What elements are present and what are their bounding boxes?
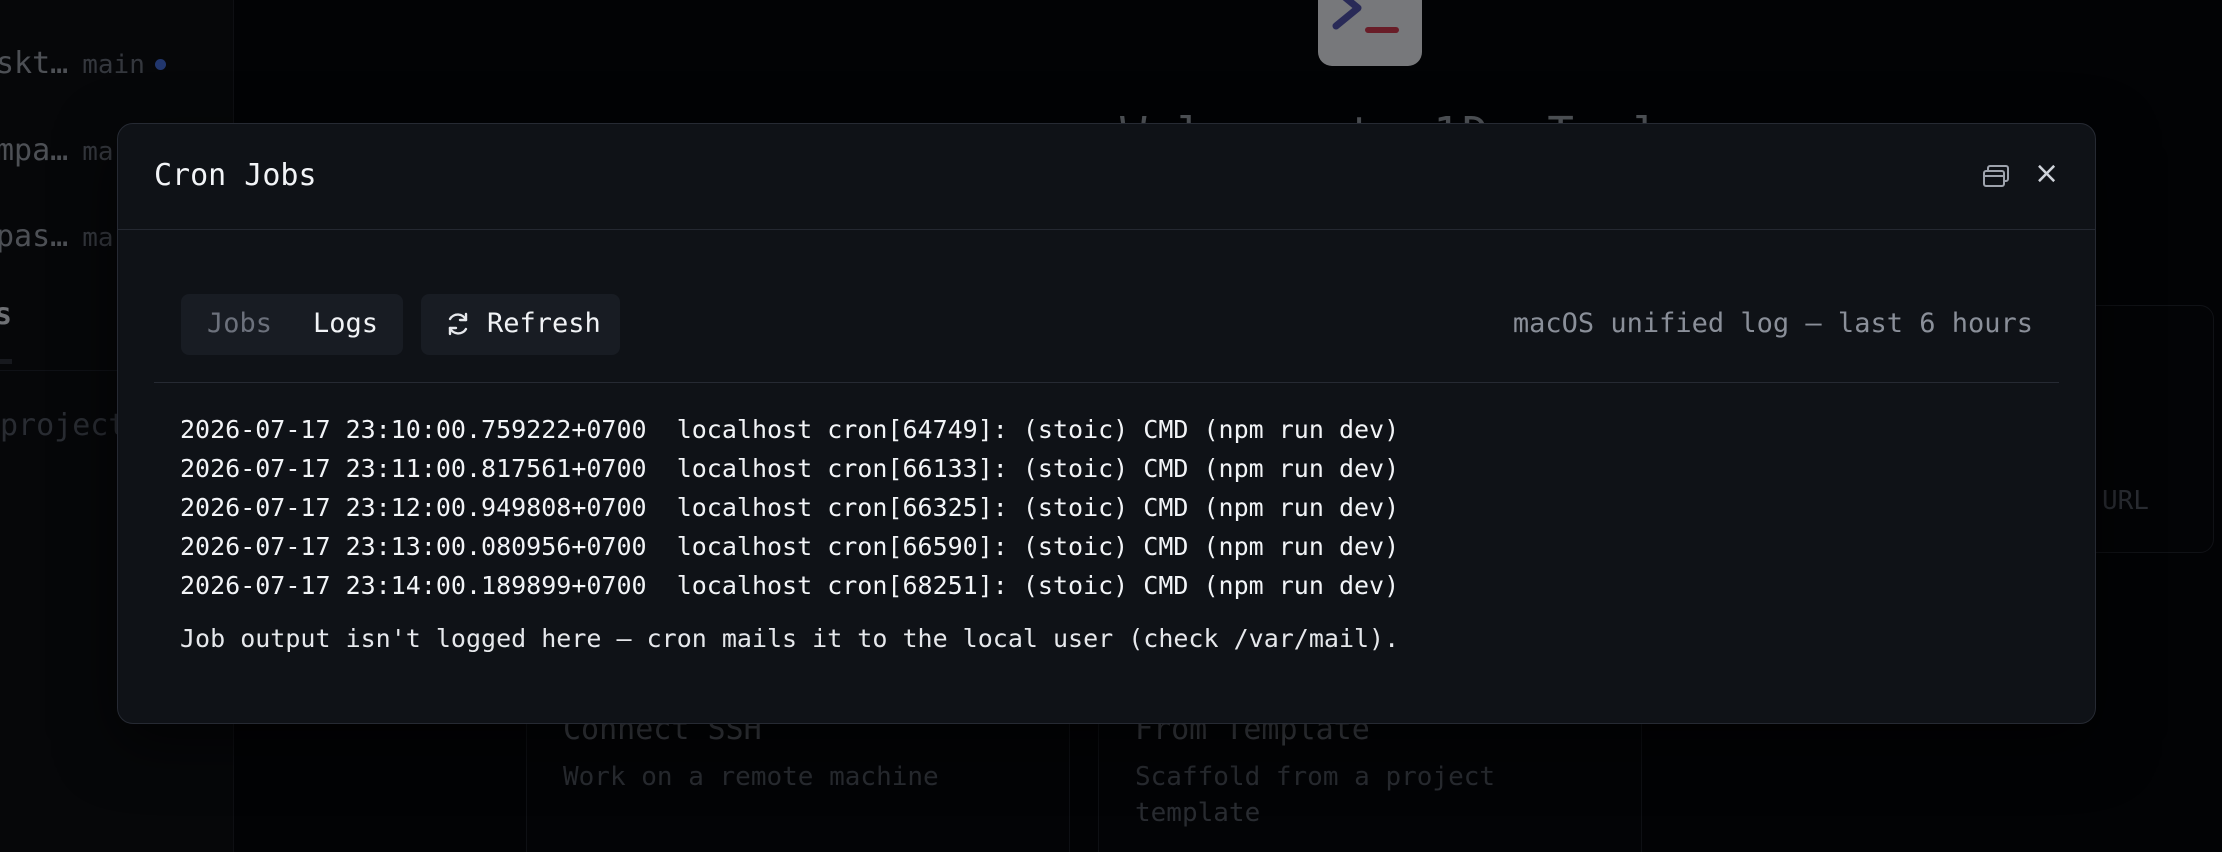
log-source-label: macOS unified log — last 6 hours	[1512, 308, 2033, 339]
tab-logs[interactable]: Logs	[313, 308, 378, 339]
view-tabs: Jobs Logs	[181, 294, 403, 355]
log-line: 2026-07-17 23:12:00.949808+0700 localhos…	[180, 493, 1400, 522]
popout-window-icon[interactable]	[1982, 164, 2010, 192]
refresh-button[interactable]: Refresh	[421, 294, 620, 355]
log-line: 2026-07-17 23:11:00.817561+0700 localhos…	[180, 454, 1400, 483]
toolbar-divider	[154, 382, 2059, 383]
dialog-title: Cron Jobs	[154, 158, 317, 193]
close-icon[interactable]: ×	[2034, 156, 2059, 191]
refresh-icon	[448, 312, 468, 336]
log-line: 2026-07-17 23:10:00.759222+0700 localhos…	[180, 415, 1400, 444]
log-line: 2026-07-17 23:13:00.080956+0700 localhos…	[180, 532, 1400, 561]
cron-jobs-dialog: Cron Jobs × Jobs Logs Refresh macOS unif…	[117, 123, 2096, 724]
log-output: 2026-07-17 23:10:00.759222+0700 localhos…	[180, 410, 1399, 605]
dialog-header: Cron Jobs ×	[118, 124, 2095, 230]
tab-jobs[interactable]: Jobs	[207, 308, 272, 339]
log-line: 2026-07-17 23:14:00.189899+0700 localhos…	[180, 571, 1400, 600]
refresh-label: Refresh	[487, 308, 601, 339]
log-note: Job output isn't logged here — cron mail…	[180, 624, 1400, 653]
